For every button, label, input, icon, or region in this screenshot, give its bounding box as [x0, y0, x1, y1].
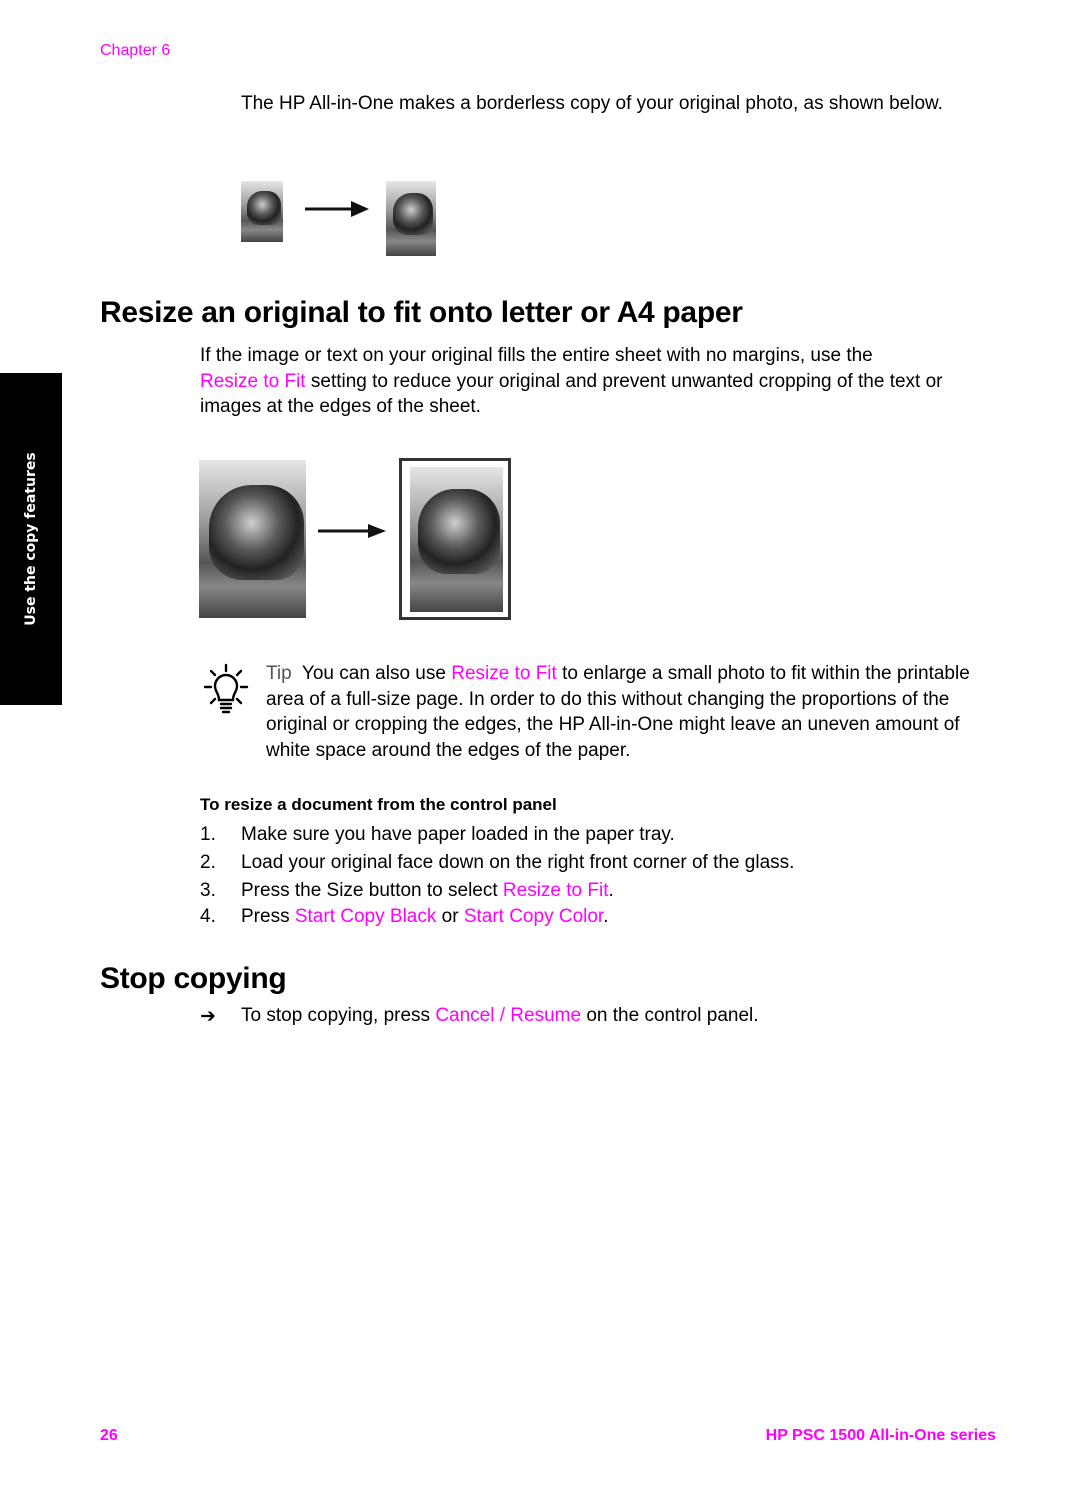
- resize-para-text-2: setting to reduce your original and prev…: [200, 370, 943, 418]
- page-frame: [399, 458, 511, 620]
- start-copy-color-highlight: Start Copy Color: [463, 906, 604, 927]
- resize-paragraph: If the image or text on your original fi…: [200, 343, 970, 420]
- tiger-photo-full-bleed: [199, 460, 306, 618]
- tiger-photo-borderless-copy: [386, 181, 436, 256]
- step-number: 3.: [200, 880, 216, 901]
- resize-to-fit-highlight: Resize to Fit: [200, 370, 306, 392]
- page-number: 26: [100, 1427, 118, 1444]
- tiger-photo-original: [241, 181, 283, 242]
- step-number: 4.: [200, 906, 216, 927]
- step-text-mid: or: [436, 906, 464, 927]
- side-tab: Use the copy features: [0, 373, 62, 705]
- section-title-stop: Stop copying: [100, 962, 287, 995]
- right-arrow-icon: [305, 201, 369, 217]
- side-tab-label: Use the copy features: [23, 452, 39, 626]
- section-title-resize: Resize an original to fit onto letter or…: [100, 296, 743, 329]
- resize-to-fit-highlight: Resize to Fit: [502, 880, 609, 901]
- chapter-label: Chapter 6: [100, 42, 171, 59]
- stop-text-pre: To stop copying, press: [241, 1005, 436, 1026]
- cancel-resume-highlight: Cancel / Resume: [435, 1005, 582, 1026]
- tip-label: Tip: [266, 663, 292, 684]
- step-text-pre: Press: [241, 906, 295, 927]
- stop-text-post: on the control panel.: [581, 1005, 759, 1026]
- right-arrow-icon: [318, 524, 386, 538]
- lightbulb-icon: [203, 663, 249, 714]
- step-number: 2.: [200, 852, 216, 873]
- start-copy-black-highlight: Start Copy Black: [294, 906, 437, 927]
- step-text: Press the Size button to select Resize t…: [241, 880, 614, 902]
- tip-text: Tip You can also use Resize to Fit to en…: [266, 661, 976, 763]
- step-text: Press Start Copy Black or Start Copy Col…: [241, 906, 609, 928]
- tip-text-pre: You can also use: [291, 663, 452, 684]
- step-text-post: .: [603, 906, 609, 927]
- step-text: Load your original face down on the righ…: [241, 852, 795, 873]
- step-text-post: .: [608, 880, 614, 901]
- footer-title: HP PSC 1500 All-in-One series: [765, 1427, 996, 1444]
- procedure-heading: To resize a document from the control pa…: [200, 795, 557, 814]
- resize-para-text: If the image or text on your original fi…: [200, 345, 873, 366]
- arrow-bullet-icon: ➔: [200, 1006, 216, 1027]
- step-text: Make sure you have paper loaded in the p…: [241, 824, 675, 845]
- intro-paragraph: The HP All-in-One makes a borderless cop…: [241, 93, 943, 114]
- tiger-photo-resized-on-page: [410, 467, 503, 612]
- step-number: 1.: [200, 824, 216, 845]
- step-text-pre: Press the Size button to select: [241, 880, 503, 901]
- resize-to-fit-highlight: Resize to Fit: [451, 663, 557, 684]
